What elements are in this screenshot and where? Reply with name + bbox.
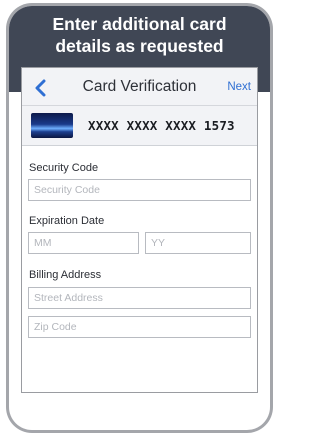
expiration-date-label: Expiration Date	[29, 215, 105, 227]
security-code-label: Security Code	[29, 162, 99, 174]
banner-title: Enter additional card details as request…	[52, 14, 227, 56]
navigation-bar: Card Verification Next	[22, 68, 257, 106]
app-screen: Card Verification Next XXXX XXXX XXXX 15…	[21, 67, 258, 393]
billing-address-label: Billing Address	[29, 269, 102, 281]
page-title: Card Verification	[82, 78, 197, 95]
phone-frame: Enter additional card details as request…	[6, 3, 273, 433]
card-image	[31, 113, 73, 138]
next-button[interactable]: Next	[227, 68, 251, 106]
zip-code-input[interactable]: Zip Code	[28, 316, 251, 338]
expiration-month-input[interactable]: MM	[28, 232, 139, 254]
phone-screen-area: Enter additional card details as request…	[9, 6, 270, 430]
card-summary: XXXX XXXX XXXX 1573	[22, 106, 257, 146]
expiration-year-input[interactable]: YY	[145, 232, 251, 254]
card-number: XXXX XXXX XXXX 1573	[88, 118, 235, 133]
security-code-input[interactable]: Security Code	[28, 179, 251, 201]
street-address-input[interactable]: Street Address	[28, 287, 251, 309]
